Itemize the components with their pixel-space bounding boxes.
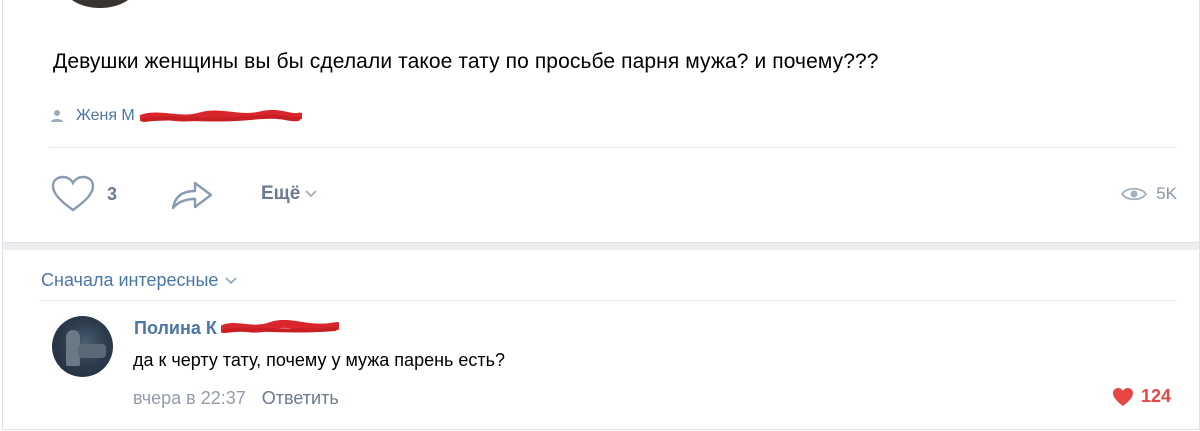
heart-filled-icon (1112, 387, 1133, 406)
post-card: Девушки женщины вы бы сделали такое тату… (2, 0, 1200, 430)
post-author-name[interactable]: Женя М (76, 107, 135, 125)
section-separator (3, 242, 1199, 250)
redaction-scribble (140, 110, 302, 122)
comment-text: да к черту тату, почему у мужа парень ес… (133, 350, 506, 370)
views-counter: 5K (1121, 184, 1177, 204)
views-count: 5K (1156, 184, 1177, 203)
heart-outline-icon (51, 175, 95, 212)
more-label: Ещё (261, 183, 301, 204)
comment-like-count: 124 (1140, 386, 1171, 406)
comment-like-button[interactable]: 124 (1112, 386, 1171, 407)
chevron-down-icon (305, 190, 317, 198)
post-text: Девушки женщины вы бы сделали такое тату… (53, 50, 879, 73)
share-arrow-icon (171, 181, 213, 210)
post-author-avatar[interactable] (63, 0, 137, 8)
chevron-down-icon (225, 276, 237, 284)
post-signature[interactable]: Женя М (50, 105, 135, 127)
divider (49, 147, 1177, 148)
avatar[interactable] (52, 316, 113, 377)
reply-button[interactable]: Ответить (262, 388, 339, 409)
sort-label: Сначала интересные (41, 270, 219, 290)
comment-timestamp[interactable]: вчера в 22:37 (133, 388, 246, 409)
comment-author-name[interactable]: Полина К (134, 318, 217, 339)
post-actions: 3 Ещё 5K (51, 170, 1181, 216)
share-button[interactable] (169, 178, 215, 217)
redaction-scribble (221, 320, 339, 333)
person-icon (51, 110, 63, 122)
comment-meta: вчера в 22:37 Ответить (133, 388, 339, 409)
more-button[interactable]: Ещё (261, 183, 317, 205)
eye-icon (1121, 187, 1148, 201)
comments-sort-dropdown[interactable]: Сначала интересные (41, 270, 237, 291)
like-count: 3 (107, 183, 118, 204)
divider (39, 300, 1177, 301)
like-button[interactable]: 3 (51, 175, 117, 213)
